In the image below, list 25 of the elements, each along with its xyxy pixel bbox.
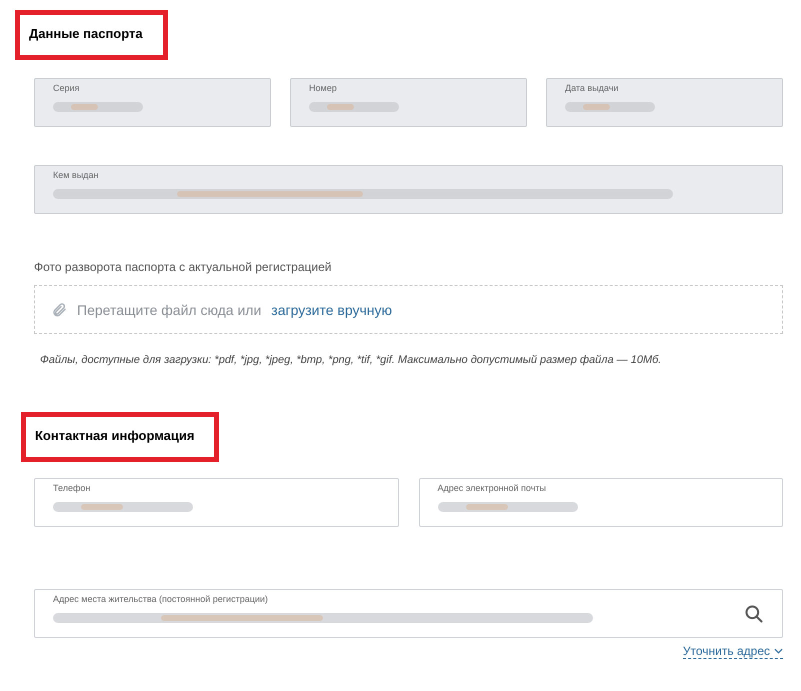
field-label: Адрес электронной почты <box>438 483 548 493</box>
search-icon[interactable] <box>744 604 764 624</box>
input-field[interactable]: Дата выдачи <box>546 78 783 127</box>
field-label: Кем выдан <box>53 170 100 180</box>
chevron-down-icon <box>774 648 783 654</box>
drop-text: Перетащите файл сюда или <box>77 302 262 318</box>
input-field[interactable]: Кем выдан <box>34 165 783 214</box>
field-label: Телефон <box>53 483 92 493</box>
input-field[interactable]: Серия <box>34 78 271 127</box>
upload-link[interactable]: загрузите вручную <box>271 302 392 318</box>
field-label: Адрес места жительства (постоянной регистрации) <box>53 594 269 604</box>
field-label: Дата выдачи <box>565 83 620 93</box>
field-label: Серия <box>53 83 80 93</box>
section-title: Контактная информация <box>35 428 194 443</box>
section-title: Данные паспорта <box>29 26 143 41</box>
paperclip-icon <box>51 302 67 318</box>
file-drop-zone[interactable]: Перетащите файл сюда или загрузите вручную <box>34 285 783 334</box>
input-field[interactable]: Телефон <box>34 478 398 527</box>
refine-address-link[interactable]: Уточнить адрес <box>682 644 783 659</box>
input-field[interactable]: Адрес электронной почты <box>418 478 783 527</box>
input-field[interactable]: Номер <box>290 78 527 127</box>
field-label: Номер <box>309 83 338 93</box>
upload-hint: Файлы, доступные для загрузки: *pdf, *jpg, *jpeg, *bmp, *png, *tif, *gif. Максимально допустимый размер файла — 10Мб. <box>40 354 662 366</box>
upload-label: Фото разворота паспорта с актуальной регистрацией <box>34 260 332 274</box>
input-field[interactable]: Адрес места жительства (постоянной регистрации) <box>34 589 783 638</box>
